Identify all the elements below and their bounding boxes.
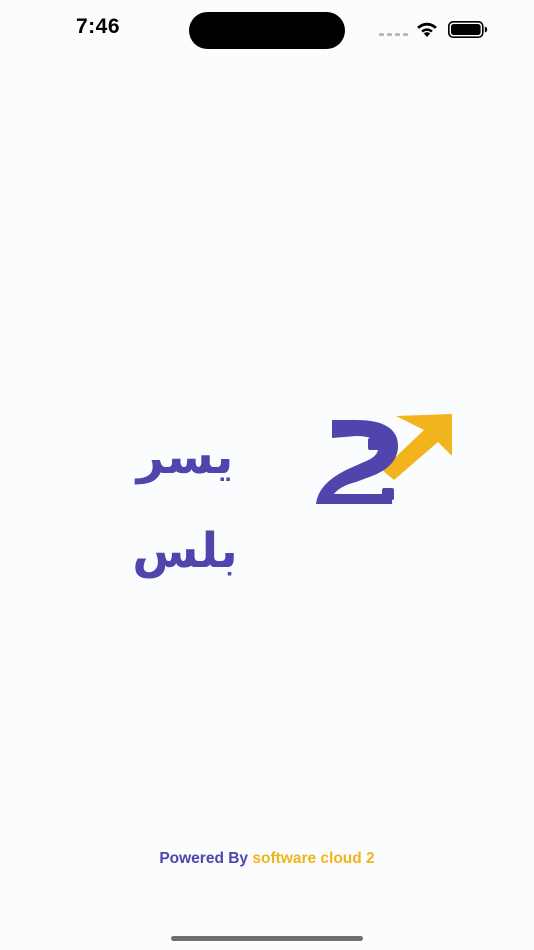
powered-by-footer: Powered By software cloud 2 [0, 850, 534, 868]
logo-text: يسر بلس [132, 429, 238, 579]
wifi-icon [417, 22, 437, 37]
status-time: 7:46 [76, 15, 121, 38]
status-bar: 7:46 [0, 0, 534, 60]
arrow-up-logo-icon [316, 414, 452, 504]
battery-icon [448, 21, 488, 38]
powered-by-label: Powered By [159, 850, 249, 867]
dynamic-island [189, 12, 345, 49]
cellular-signal-icon [379, 33, 408, 36]
home-indicator[interactable] [171, 936, 363, 941]
powered-by-brand: software cloud 2 [252, 850, 375, 867]
app-logo: يسر بلس [80, 410, 454, 579]
